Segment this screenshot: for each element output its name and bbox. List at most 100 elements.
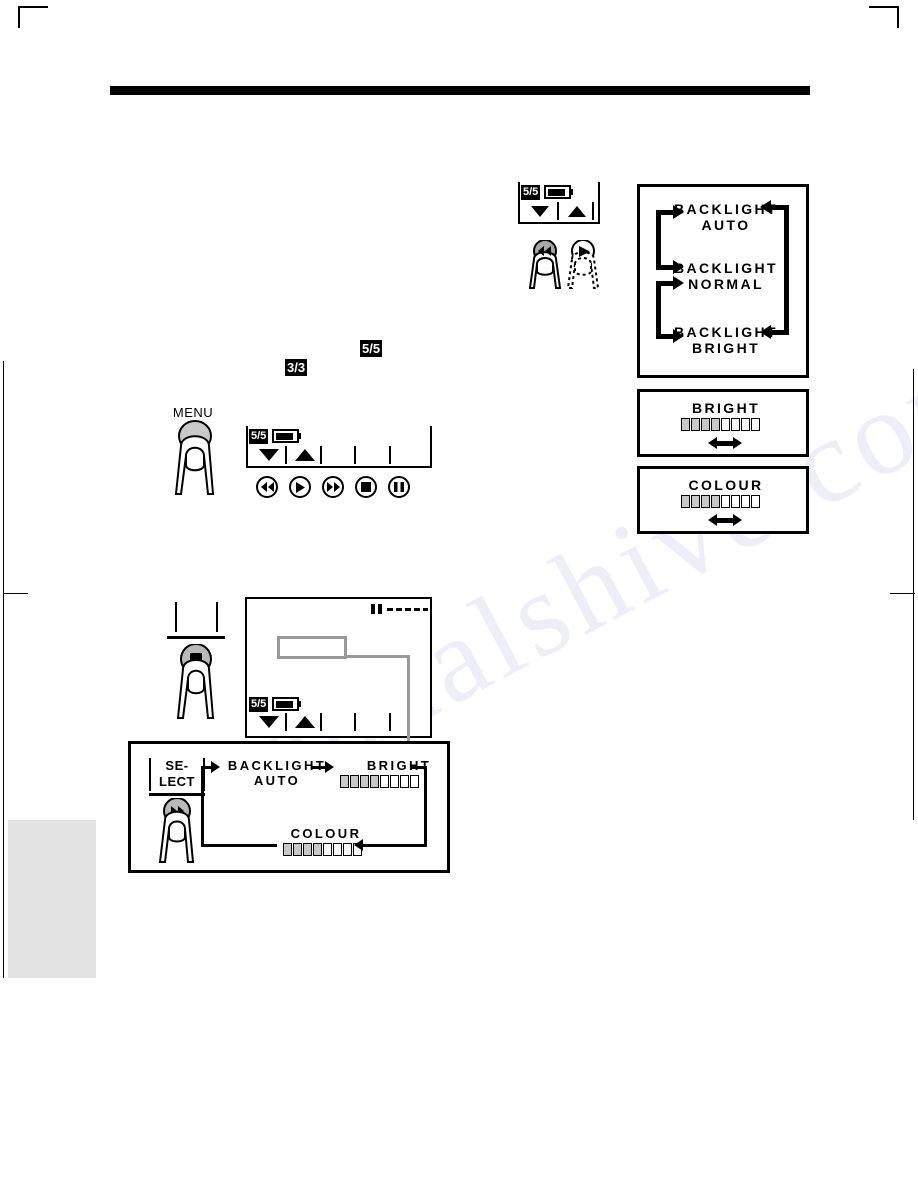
select-frame-underline xyxy=(149,793,205,796)
cycle-arrow-to-auto xyxy=(673,205,684,219)
flow-bright-seg-7 xyxy=(400,775,409,788)
select-label-line2: LECT xyxy=(159,774,195,789)
finger-press-menu[interactable] xyxy=(167,420,223,496)
flow-vline-right xyxy=(424,766,427,846)
cycle-left-hline-1a xyxy=(656,210,674,215)
play-button[interactable] xyxy=(289,476,311,498)
colour-seg-7 xyxy=(741,495,750,508)
flow-bright-seg-4 xyxy=(370,775,379,788)
colour-box-title: COLOUR xyxy=(688,477,764,493)
triangle-down-icon-menu xyxy=(259,449,279,461)
flow-bright-seg-8 xyxy=(410,775,419,788)
battery-tip-viewfinder xyxy=(298,701,301,707)
finger-press-play[interactable] xyxy=(560,240,606,290)
cycle-right-hline-top xyxy=(771,205,789,210)
rewind-button[interactable] xyxy=(256,476,278,498)
colour-seg-3 xyxy=(701,495,710,508)
battery-icon-top xyxy=(544,185,571,199)
flow-arrow-to-bright xyxy=(325,761,334,773)
backlight-bright-line2: BRIGHT xyxy=(691,340,761,356)
left-margin-tick xyxy=(3,593,28,594)
cycle-arrow-into-bright xyxy=(760,325,771,339)
cycle-arrow-to-normal xyxy=(673,260,684,274)
flow-colour-seg-6 xyxy=(333,843,342,856)
flow-colour-seg-2 xyxy=(293,843,302,856)
callout-rectangle xyxy=(277,636,347,659)
flow-bright-seg-3 xyxy=(360,775,369,788)
lcd-tick-vf-1 xyxy=(285,713,287,731)
stop-icon xyxy=(361,482,371,492)
crop-mark-top-left xyxy=(18,6,48,8)
triangle-up-icon-top xyxy=(568,206,586,217)
lcd-tick-vf-4 xyxy=(389,713,391,731)
fast-forward-icon xyxy=(326,482,340,492)
bright-seg-3 xyxy=(701,418,710,431)
badge-5-of-5-top: 5/5 xyxy=(521,185,541,200)
select-label-line1: SE- xyxy=(165,758,189,773)
flow-arrow-to-colour xyxy=(354,839,363,851)
flow-hline-to-colour xyxy=(363,844,427,847)
finger-press-select[interactable] xyxy=(153,798,201,864)
lcd-tick-vf-3 xyxy=(354,713,356,731)
lcd-tick-menu-2 xyxy=(320,446,322,464)
bright-seg-8 xyxy=(751,418,760,431)
callout-connector-h xyxy=(345,655,410,658)
play-icon xyxy=(295,481,305,493)
colour-adjust-box: COLOUR xyxy=(637,466,809,534)
stop-button[interactable] xyxy=(355,476,377,498)
bright-seg-4 xyxy=(711,418,720,431)
flow-bright-seg-1 xyxy=(340,775,349,788)
bright-box-title: BRIGHT xyxy=(691,400,761,416)
lcd-tick-menu-1 xyxy=(285,446,287,464)
flow-colour-seg-1 xyxy=(283,843,292,856)
colour-seg-5 xyxy=(721,495,730,508)
pause-button[interactable] xyxy=(388,476,410,498)
crop-mark-top-right xyxy=(869,6,899,8)
flow-colour-seg-5 xyxy=(323,843,332,856)
badge-5-of-5-floating: 5/5 xyxy=(360,340,383,357)
bright-seg-7 xyxy=(741,418,750,431)
flow-loop-vline-left xyxy=(201,766,204,846)
flow-bright-seg-2 xyxy=(350,775,359,788)
bright-double-arrow-icon xyxy=(708,437,742,450)
dash-4 xyxy=(414,608,420,611)
fast-forward-button[interactable] xyxy=(322,476,344,498)
backlight-cycle-box: BACKLIGHT AUTO BACKLIGHT NORMAL BACKLIGH… xyxy=(637,184,809,378)
badge-5-of-5-viewfinder: 5/5 xyxy=(249,697,269,712)
flow-colour-seg-3 xyxy=(303,843,312,856)
flow-arrow-into-backlight xyxy=(211,761,220,773)
flow-bright-seg-5 xyxy=(380,775,389,788)
dash-1 xyxy=(387,608,393,611)
stop-bracket-left xyxy=(175,602,177,632)
stop-bracket-right xyxy=(216,602,218,632)
bright-seg-2 xyxy=(691,418,700,431)
colour-seg-4 xyxy=(711,495,720,508)
flow-backlight-auto-line2: AUTO xyxy=(253,773,301,788)
flow-colour-level-bar xyxy=(283,843,362,856)
crop-mark-top-right-v xyxy=(897,6,899,28)
dash-3 xyxy=(405,608,411,611)
select-flow-box: SE- LECT BACKLIGHT AUTO BRIGHT COLOUR xyxy=(128,741,450,873)
flow-bright-title: BRIGHT xyxy=(366,758,432,773)
cycle-left-vline-1 xyxy=(656,210,661,270)
cycle-left-vline-2 xyxy=(656,281,661,339)
stop-bracket-base xyxy=(167,636,225,639)
cycle-arrow-to-normal-2 xyxy=(673,276,684,290)
finger-press-stop[interactable] xyxy=(170,644,222,720)
triangle-down-icon-top xyxy=(531,206,549,217)
rewind-icon xyxy=(260,482,274,492)
cycle-left-hline-2b xyxy=(656,334,674,339)
triangle-down-icon-viewfinder xyxy=(259,716,279,728)
dash-5 xyxy=(423,608,428,611)
flow-colour-title: COLOUR xyxy=(290,826,362,841)
colour-double-arrow-icon xyxy=(708,514,742,527)
triangle-up-icon-menu xyxy=(295,449,315,461)
cycle-left-hline-1b xyxy=(656,265,674,270)
badge-3-of-3-floating: 3/3 xyxy=(285,359,308,376)
lcd-tick-top-2 xyxy=(592,202,594,220)
bright-adjust-box: BRIGHT xyxy=(637,389,809,457)
triangle-up-icon-viewfinder xyxy=(295,716,315,728)
battery-tip-top xyxy=(570,189,573,195)
pause-bar-right xyxy=(378,604,382,614)
lcd-tick-top-1 xyxy=(557,202,559,220)
